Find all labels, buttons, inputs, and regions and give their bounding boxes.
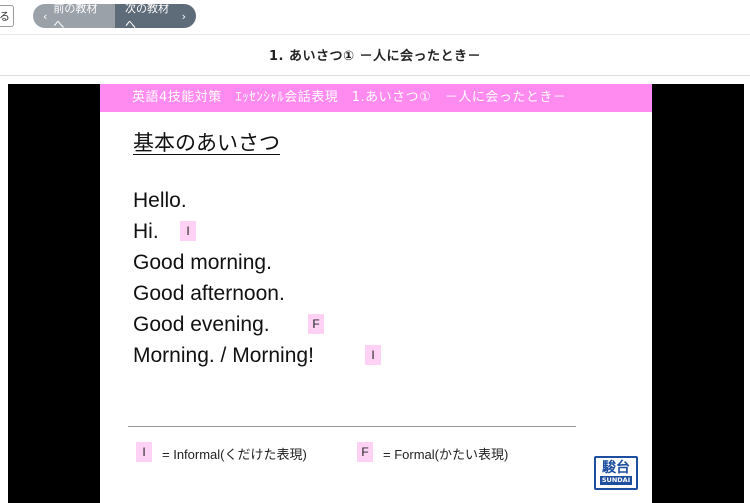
logo-kanji: 駿台 <box>602 460 630 476</box>
lesson-nav-group: ‹ 前の教材へ 次の教材へ › <box>33 4 196 28</box>
slide-heading: 基本のあいさつ <box>133 131 280 155</box>
phrase-item: Good morning. <box>133 251 272 274</box>
informal-tag: I <box>365 345 381 365</box>
lecture-slide: 英語4技能対策 ｴｯｾﾝｼｬﾙ会話表現 1.あいさつ① －人に会ったとき－ 基本… <box>100 84 652 503</box>
logo-en: SUNDAI <box>599 476 633 485</box>
legend-informal-tag: I <box>136 442 152 462</box>
chevron-right-icon: › <box>181 9 186 23</box>
sundai-logo: 駿台 SUNDAI <box>594 456 638 490</box>
back-button[interactable]: る <box>0 5 14 27</box>
legend-formal-tag: F <box>357 442 373 462</box>
chevron-left-icon: ‹ <box>43 9 48 23</box>
informal-tag: I <box>180 221 196 241</box>
legend-formal-text: = Formal(かたい表現) <box>383 447 509 462</box>
prev-lesson-label: 前の教材へ <box>53 4 98 28</box>
phrase-item: Hi. <box>133 220 159 243</box>
phrase-item: Good evening. <box>133 313 270 336</box>
slide-header: 英語4技能対策 ｴｯｾﾝｼｬﾙ会話表現 1.あいさつ① －人に会ったとき－ <box>100 84 652 112</box>
phrase-item: Morning. / Morning! <box>133 344 314 367</box>
phrase-item: Good afternoon. <box>133 282 285 305</box>
phrase-item: Hello. <box>133 189 187 212</box>
next-lesson-label: 次の教材へ <box>125 4 169 28</box>
divider <box>128 426 576 427</box>
prev-lesson-button[interactable]: ‹ 前の教材へ <box>33 4 115 28</box>
legend-informal-text: = Informal(くだけた表現) <box>162 447 307 462</box>
formal-tag: F <box>308 314 324 334</box>
title-bar: 1. あいさつ① －人に会ったとき－ <box>0 34 750 76</box>
next-lesson-button[interactable]: 次の教材へ › <box>115 4 196 28</box>
top-nav-bar: る ‹ 前の教材へ 次の教材へ › <box>0 0 750 34</box>
page-title: 1. あいさつ① －人に会ったとき－ <box>268 49 482 64</box>
